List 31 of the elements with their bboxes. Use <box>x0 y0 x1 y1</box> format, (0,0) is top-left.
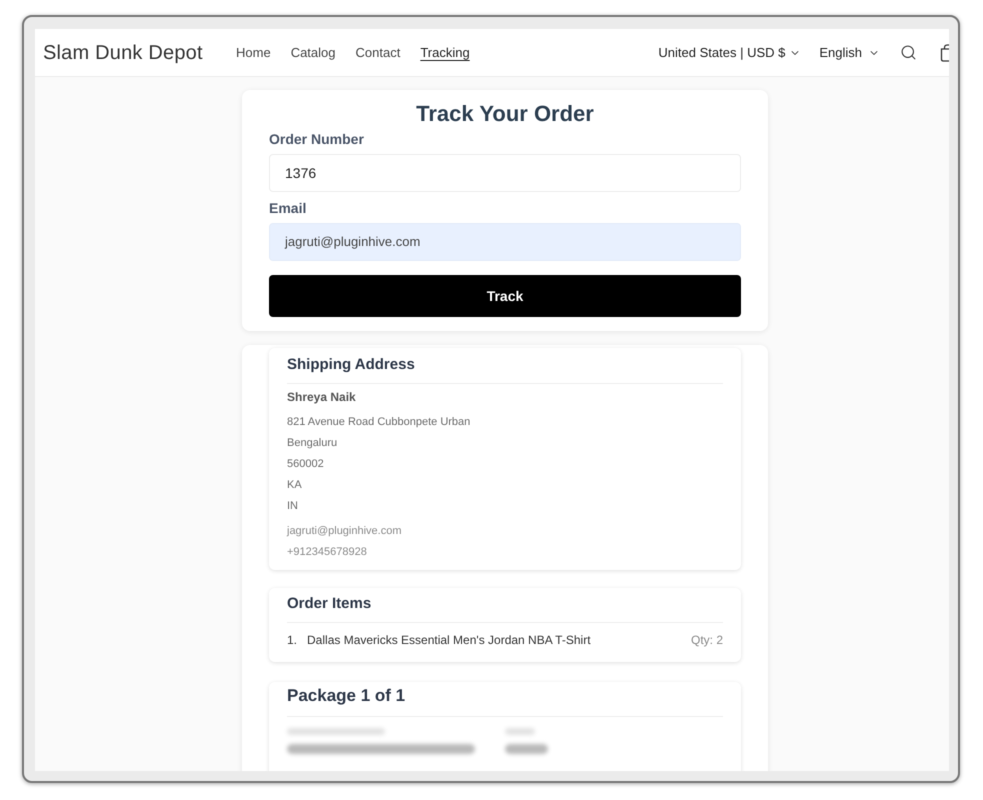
form-title: Track Your Order <box>416 101 594 127</box>
language-selector[interactable]: English <box>819 42 880 62</box>
blurred-value <box>505 744 548 754</box>
text-field[interactable]: jagruti@pluginhive.com <box>269 223 741 261</box>
store-logo[interactable]: Slam Dunk Depot <box>43 38 203 68</box>
nav-link[interactable]: Tracking <box>420 42 470 62</box>
nav-link[interactable]: Contact <box>356 42 400 62</box>
address-line: 821 Avenue Road Cubbonpete Urban <box>287 415 470 430</box>
field-label: Order Number <box>269 130 364 149</box>
address-line: 560002 <box>287 457 324 472</box>
item-quantity: Qty: 2 <box>690 632 723 649</box>
track-button[interactable]: Track <box>269 275 741 317</box>
nav-link[interactable]: Home <box>236 42 271 62</box>
section-heading: Order Items <box>287 594 372 614</box>
country-selector[interactable]: United States | USD $ <box>658 42 802 62</box>
address-line: Bengaluru <box>287 436 338 451</box>
recipient-name: Shreya Naik <box>287 389 356 406</box>
field-label: Email <box>269 199 306 218</box>
contact-phone: +912345678928 <box>287 545 367 560</box>
nav-link[interactable]: Catalog <box>290 42 336 62</box>
text-field[interactable]: 1376 <box>269 154 741 192</box>
address-line: IN <box>287 499 298 514</box>
package-heading: Package 1 of 1 <box>287 685 406 707</box>
search-icon[interactable] <box>900 44 917 61</box>
blurred-label <box>505 728 535 735</box>
section-heading: Shipping Address <box>287 355 415 375</box>
bag-icon[interactable] <box>940 44 949 62</box>
contact-email: jagruti@pluginhive.com <box>287 524 402 539</box>
address-line: KA <box>287 478 302 493</box>
item-number: 1. <box>287 632 298 649</box>
item-name: Dallas Mavericks Essential Men's Jordan NBA T-Shirt <box>307 632 591 649</box>
